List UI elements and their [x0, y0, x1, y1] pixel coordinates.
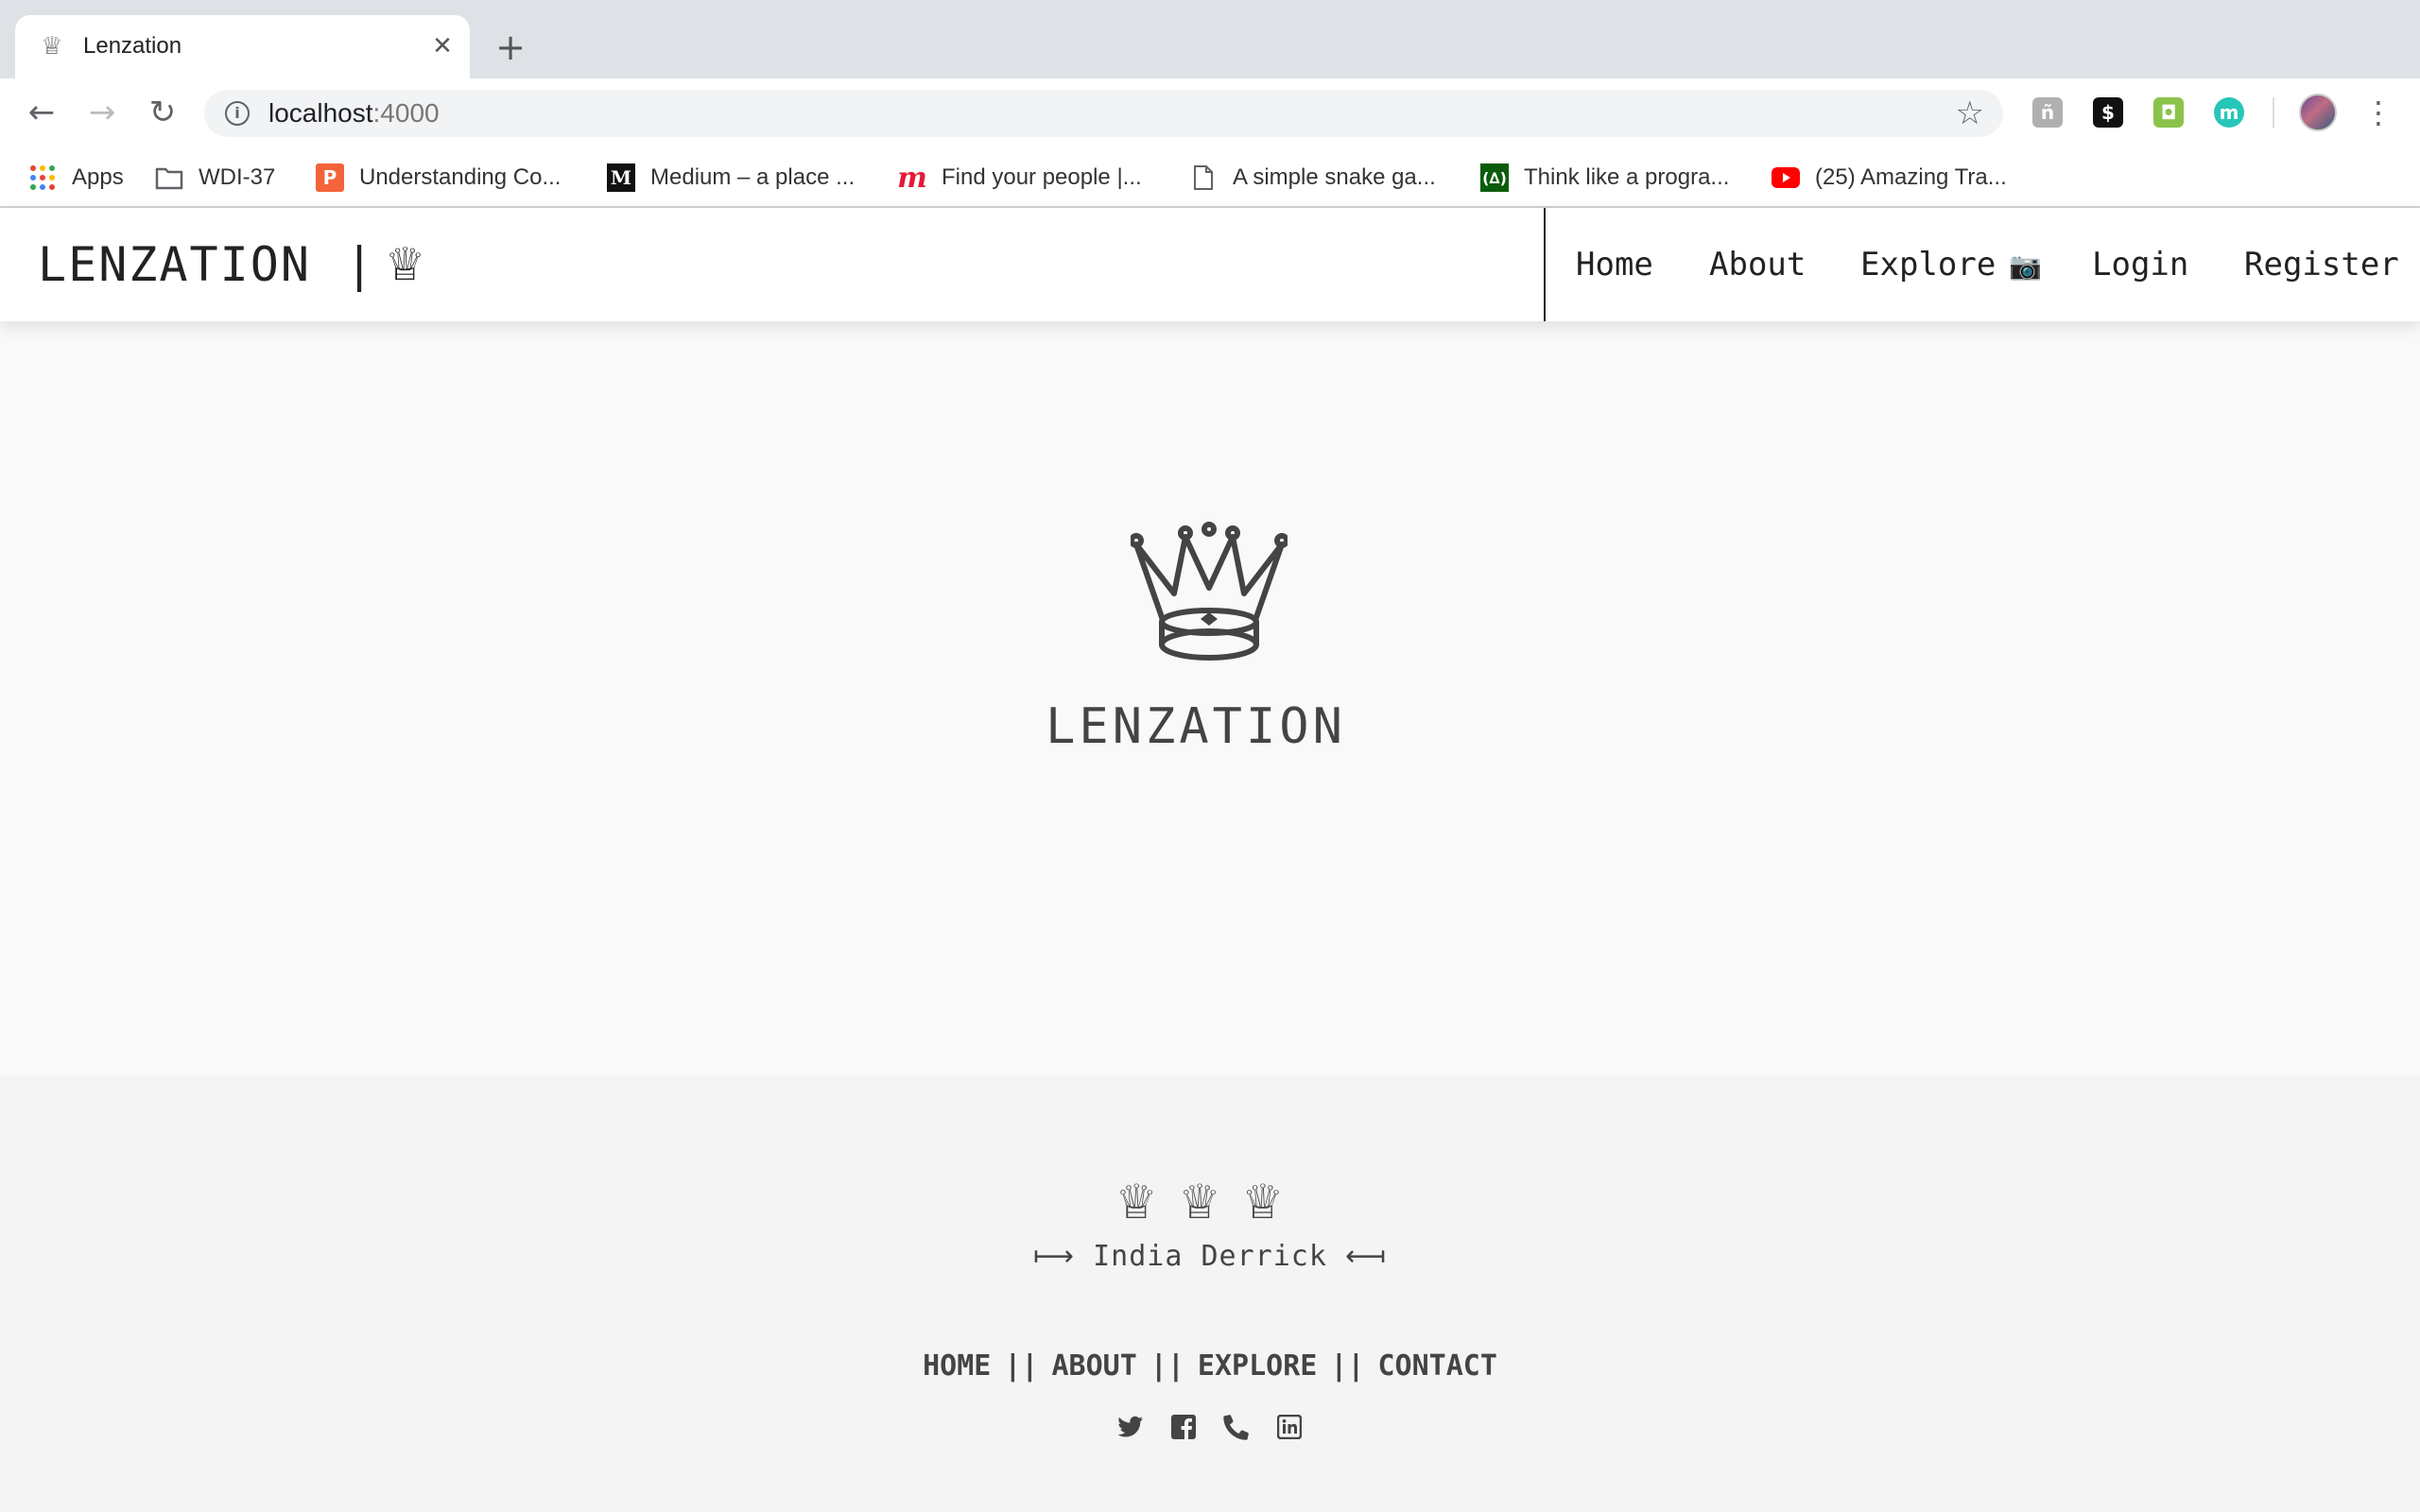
meetup-icon: m — [897, 161, 927, 195]
bookmark-label: WDI-37 — [199, 164, 276, 190]
bookmark-apps[interactable]: Apps — [28, 159, 124, 197]
site-footer: ♕♕♕ ⟼ India Derrick ⟻ HOME || ABOUT || EXPLO… — [0, 1075, 2420, 1512]
phone-icon[interactable] — [1221, 1412, 1252, 1442]
reload-button[interactable]: ↻ — [142, 92, 183, 133]
camera-icon: 📷 — [2009, 250, 2043, 282]
close-icon[interactable]: ✕ — [426, 30, 458, 62]
footer-separator: || — [1330, 1349, 1365, 1383]
extension-grey-icon[interactable]: ñ — [2032, 97, 2063, 128]
bookmark-medium[interactable]: M Medium – a place ... — [607, 159, 855, 197]
crown-icon: ♕ — [41, 32, 63, 60]
browser-tab-strip: ♕ Lenzation ✕ + — [0, 0, 2420, 78]
bookmark-understanding[interactable]: P Understanding Co... — [316, 159, 561, 197]
extension-m-icon[interactable]: m — [2214, 97, 2244, 128]
crown-icon: ♕ — [385, 238, 428, 291]
crown-icons: ♕♕♕ — [1115, 1175, 1305, 1229]
nav-register[interactable]: Register — [2244, 244, 2399, 285]
browser-tab[interactable]: ♕ Lenzation ✕ — [15, 15, 470, 78]
bookmarks-bar: Apps WDI-37 P Understanding Co... M Medi… — [0, 147, 2420, 208]
profile-avatar[interactable] — [2299, 94, 2337, 131]
url-text[interactable]: localhost:4000 — [268, 99, 440, 128]
bookmark-youtube[interactable]: (25) Amazing Tra... — [1772, 159, 2007, 197]
brand-name: LENZATION — [38, 237, 311, 292]
footer-link-contact[interactable]: CONTACT — [1377, 1348, 1496, 1385]
back-button[interactable]: ← — [21, 92, 62, 133]
new-tab-button[interactable]: + — [490, 26, 531, 68]
bookmark-meetup[interactable]: m Find your people |... — [897, 159, 1142, 197]
bookmark-label: (25) Amazing Tra... — [1815, 164, 2007, 190]
nav-explore-label: Explore — [1860, 246, 1996, 284]
bookmark-label: Think like a progra... — [1524, 164, 1730, 190]
bookmark-wdi-37[interactable]: WDI-37 — [155, 159, 275, 197]
star-icon[interactable]: ☆ — [1956, 95, 1984, 131]
twitter-icon[interactable] — [1115, 1412, 1146, 1442]
author-credit: ⟼ India Derrick ⟻ — [1033, 1240, 1387, 1273]
nav-login[interactable]: Login — [2092, 244, 2188, 285]
bookmark-label: Apps — [72, 164, 124, 190]
folder-icon — [155, 163, 183, 192]
apps-grid-icon — [28, 163, 57, 192]
freecodecamp-icon: (∆) — [1480, 163, 1509, 192]
browser-toolbar: ← → ↻ i localhost:4000 ☆ ñ $ ◘ m ⋮ — [0, 78, 2420, 147]
browser-menu-icon[interactable]: ⋮ — [2360, 92, 2397, 133]
nav-explore[interactable]: Explore 📷 — [1860, 244, 2042, 287]
footer-link-home[interactable]: HOME — [923, 1348, 991, 1385]
brand-separator: | — [344, 237, 376, 292]
bookmark-label: Find your people |... — [942, 164, 1142, 190]
linkedin-icon[interactable] — [1274, 1412, 1305, 1442]
facebook-icon[interactable] — [1168, 1412, 1199, 1442]
crown-icon — [1131, 522, 1288, 661]
brand-logo[interactable]: LENZATION | ♕ — [38, 236, 427, 293]
footer-separator: || — [1004, 1349, 1039, 1383]
footer-nav: HOME || ABOUT || EXPLORE || CONTACT — [0, 1348, 2420, 1385]
toolbar-divider — [2273, 97, 2274, 128]
nav-home[interactable]: Home — [1576, 244, 1653, 285]
address-bar[interactable]: i localhost:4000 ☆ — [204, 90, 2003, 137]
extension-dollar-icon[interactable]: $ — [2093, 97, 2123, 128]
youtube-icon — [1772, 163, 1800, 192]
info-icon[interactable]: i — [225, 101, 250, 126]
site-navbar: LENZATION | ♕ Home About Explore 📷 Login … — [0, 208, 2420, 321]
hero-section: LENZATION — [0, 321, 2420, 1075]
nav-divider — [1544, 208, 1546, 321]
bookmark-label: A simple snake ga... — [1233, 164, 1436, 190]
extension-shield-icon[interactable]: ◘ — [2153, 97, 2184, 128]
footer-link-about[interactable]: ABOUT — [1051, 1348, 1136, 1385]
footer-separator: || — [1150, 1349, 1184, 1383]
tab-title: Lenzation — [83, 33, 182, 59]
page-icon — [1189, 163, 1218, 192]
footer-link-explore[interactable]: EXPLORE — [1198, 1348, 1317, 1385]
forward-button[interactable]: → — [81, 92, 123, 133]
bookmark-label: Understanding Co... — [359, 164, 562, 190]
bookmark-label: Medium – a place ... — [650, 164, 856, 190]
p-icon: P — [316, 163, 344, 192]
hero-title: LENZATION — [1046, 698, 1346, 755]
bookmark-think-like[interactable]: (∆) Think like a progra... — [1480, 159, 1729, 197]
medium-icon: M — [607, 163, 635, 192]
nav-about[interactable]: About — [1709, 244, 1806, 285]
bookmark-snake-game[interactable]: A simple snake ga... — [1189, 159, 1436, 197]
social-links — [0, 1412, 2420, 1442]
